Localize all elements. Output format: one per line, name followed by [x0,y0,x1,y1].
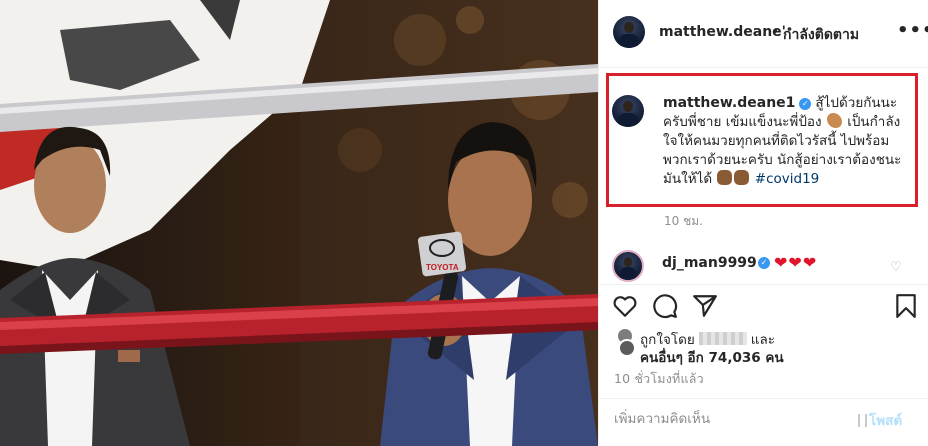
header-separator: • [771,24,780,40]
comment-divider [598,398,928,399]
paper-plane-icon[interactable] [692,293,718,319]
more-options-icon[interactable]: ••• [897,20,928,41]
verified-badge-icon: ✓ [799,98,812,110]
caption-username[interactable]: matthew.deane1 [663,95,795,111]
post-caption: matthew.deane1 ✓ สู้ไปด้วยกันนะครับพี่ชาย … [663,94,913,189]
flexed-biceps-emoji-icon [826,113,842,128]
author-avatar[interactable] [613,16,645,48]
fist-emoji-icon [717,170,733,185]
speech-bubble-icon[interactable] [652,293,678,319]
author-username[interactable]: matthew.deane' [659,24,786,40]
caption-author-avatar[interactable] [612,95,644,127]
bookmark-icon[interactable] [893,293,919,319]
heart-outline-icon[interactable] [612,293,638,319]
post-timestamp[interactable]: 10 ชั่วโมงที่แล้ว [614,369,704,389]
caption-time[interactable]: 10 ชม. [664,212,703,231]
comment-input[interactable] [614,409,844,429]
following-button[interactable]: กำลังติดตาม [783,24,859,46]
post-comment-button[interactable]: โพสต์ [858,409,902,431]
fist-emoji-icon [734,170,750,185]
liked-by-avatars[interactable] [616,327,638,357]
blurred-liker-name[interactable] [698,332,747,345]
hashtag-link[interactable]: #covid19 [755,171,819,187]
mic-flag-brand: TOYOTA [426,263,459,272]
commenter-avatar[interactable] [612,250,644,282]
post-button-label: โพสต์ [869,413,903,429]
actions-divider [598,284,928,285]
like-comment-icon[interactable]: ♡ [890,260,902,275]
likes-count-link[interactable]: คนอื่นๆ อีก 74,036 คน [640,346,784,368]
post-photo[interactable]: TOYOTA [0,0,598,446]
loading-spinner-icon [858,414,867,427]
commenter-username[interactable]: dj_man9999 [662,255,757,271]
post-header: matthew.deane' • กำลังติดตาม ••• [599,0,928,68]
verified-badge-icon: ✓ [758,257,770,269]
comment-text: ❤❤❤ [774,253,818,272]
boxing-ring-photo: TOYOTA [0,0,598,446]
comment-item: dj_man9999 ✓ ❤❤❤ ♡ [598,246,928,286]
